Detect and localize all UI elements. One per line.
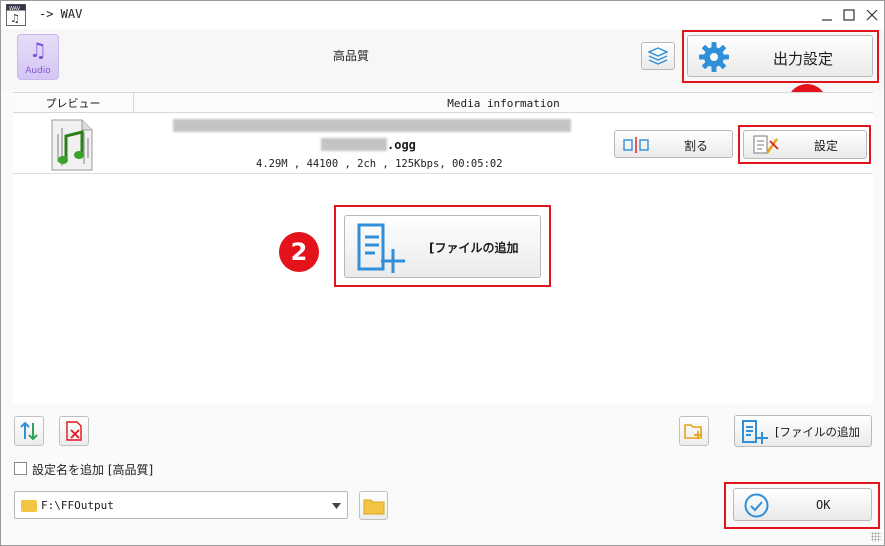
folder-icon [21,500,37,512]
window-title: -> WAV [39,7,83,21]
add-folder-button[interactable] [679,416,709,446]
output-folder-select[interactable]: F:\FFOutput [14,491,348,519]
split-label: 割る [684,139,709,153]
chevron-down-icon [332,503,341,509]
add-file-small-icon [742,420,768,444]
sort-arrows-icon [20,421,38,441]
maximize-icon[interactable] [838,5,860,25]
split-icon [623,137,649,153]
preset-layers-button[interactable] [641,42,675,70]
minimize-icon[interactable] [816,5,838,25]
add-file-center-button[interactable]: [ファイルの追加 [344,215,541,278]
add-file-center-label: [ファイルの追加 [429,241,519,255]
reorder-button[interactable] [14,416,44,446]
browse-folder-button[interactable] [359,491,388,520]
split-button[interactable]: 割る [614,130,733,158]
gear-icon [699,42,729,72]
add-file-label: [ファイルの追加 [775,425,860,439]
column-header-media-information: Media information [447,96,560,110]
redacted-file-path [173,119,571,132]
file-extension: .ogg [387,138,416,152]
output-settings-label: 出力設定 [773,50,834,68]
file-settings-button[interactable]: 設定 [743,130,867,159]
resize-grip[interactable] [871,532,881,542]
app-icon: WAV ♫ [6,4,26,26]
music-file-thumbnail-icon [48,116,98,172]
column-header-preview: プレビュー [13,93,134,113]
output-folder-path: F:\FFOutput [41,499,114,512]
converter-window: WAV ♫ -> WAV ♫ Audio 高品質 出力設定 プレビュー Medi… [0,0,885,546]
file-settings-label: 設定 [814,139,839,153]
add-folder-icon [684,424,702,439]
layers-icon [648,47,668,65]
close-icon[interactable] [861,5,883,25]
redacted-file-name [321,138,387,151]
audio-format-label: Audio [25,66,51,76]
file-details: 4.29M , 44100 , 2ch , 125Kbps, 00:05:02 [256,158,503,170]
ok-label: OK [816,498,831,512]
remove-file-button[interactable] [59,416,89,446]
edit-settings-icon [753,135,779,154]
add-file-button[interactable]: [ファイルの追加 [734,415,872,447]
add-file-icon [357,223,405,273]
add-preset-name-label: 設定名を追加 [高品質] [32,463,154,477]
title-bar: WAV ♫ -> WAV [1,1,884,29]
ok-button[interactable]: OK [733,488,872,521]
add-preset-name-checkbox[interactable] [14,462,27,475]
remove-file-icon [66,421,82,441]
preset-name: 高品質 [332,49,369,63]
svg-text:♫: ♫ [10,12,20,25]
file-list-header: プレビュー Media information [13,93,873,113]
check-circle-icon [744,493,769,518]
audio-format-icon: ♫ Audio [17,34,59,80]
output-settings-button[interactable]: 出力設定 [687,35,873,77]
open-folder-icon [363,499,384,514]
file-row[interactable]: .ogg 4.29M , 44100 , 2ch , 125Kbps, 00:0… [13,114,873,174]
annotation-badge-2: 2 [279,232,319,272]
